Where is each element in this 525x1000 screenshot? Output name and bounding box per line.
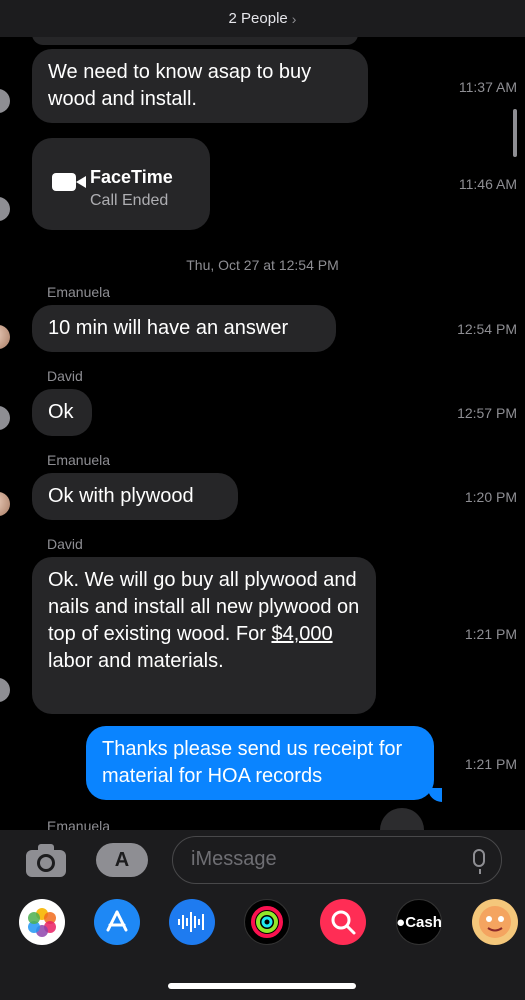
avatar[interactable] — [0, 325, 10, 349]
conversation-title[interactable]: 2 People — [229, 10, 288, 27]
sender-name: David — [47, 368, 83, 384]
message-bubble[interactable]: Ok. We will go buy all plywood and nails… — [32, 557, 376, 714]
microphone-icon — [479, 869, 481, 874]
message-text: Ok with plywood — [48, 485, 194, 507]
video-camera-icon — [52, 173, 86, 191]
message-bubble[interactable]: Ok with plywood — [32, 473, 238, 520]
message-placeholder: iMessage — [191, 848, 277, 870]
avatar[interactable] — [0, 678, 10, 702]
memoji-icon[interactable] — [472, 899, 518, 945]
message-input[interactable]: iMessage — [172, 836, 502, 884]
app-store-icon[interactable] — [94, 899, 140, 945]
message-bubble[interactable]: 10 min will have an answer — [32, 305, 336, 352]
home-indicator[interactable] — [168, 983, 356, 989]
sender-name: Emanuela — [47, 452, 111, 468]
avatar[interactable] — [0, 89, 10, 113]
message-time: 1:21 PM — [464, 756, 517, 772]
amount-link[interactable]: $4,000 — [271, 623, 332, 645]
chevron-right-icon: › — [291, 10, 297, 27]
facetime-status: Call Ended — [90, 192, 169, 209]
avatar[interactable] — [0, 197, 10, 221]
avatar[interactable] — [0, 406, 10, 430]
audio-message-icon[interactable] — [169, 899, 215, 945]
message-text: 10 min will have an answer — [48, 317, 289, 339]
sender-name: Emanuela — [47, 818, 111, 830]
app-store-icon: A — [114, 848, 130, 871]
message-time: 1:20 PM — [464, 489, 517, 505]
conversation-header[interactable]: 2 People › — [0, 0, 525, 37]
message-time: 12:54 PM — [457, 321, 517, 337]
apple-cash-icon[interactable]: ●Cash — [396, 899, 442, 945]
message-text: Ok — [48, 401, 74, 423]
message-text: Thanks please send us receipt for materi… — [102, 738, 403, 787]
avatar[interactable] — [0, 492, 10, 516]
camera-icon — [40, 857, 52, 869]
message-bubble[interactable]: Ok — [32, 389, 92, 436]
apple-cash-label: ●Cash — [396, 913, 442, 931]
message-text: We need to know asap to buy wood and ins… — [48, 61, 312, 110]
message-bubble-previous — [32, 37, 358, 45]
message-time: 1:21 PM — [464, 626, 517, 642]
bubble-tail — [428, 788, 442, 802]
outgoing-message-bubble[interactable]: Thanks please send us receipt for materi… — [86, 726, 434, 800]
message-time: 11:46 AM — [458, 176, 517, 192]
message-time: 11:37 AM — [458, 79, 517, 95]
message-bubble[interactable]: We need to know asap to buy wood and ins… — [32, 49, 368, 123]
apple-icon: ● — [396, 913, 406, 931]
camera-button[interactable] — [24, 841, 68, 877]
message-thread[interactable]: We need to know asap to buy wood and ins… — [0, 37, 525, 830]
sender-name: Emanuela — [47, 284, 111, 300]
message-text: labor and materials. — [48, 650, 224, 672]
activity-icon[interactable] — [244, 899, 290, 945]
facetime-bubble[interactable]: FaceTime Call Ended — [32, 138, 210, 230]
photos-icon[interactable] — [19, 899, 65, 945]
message-time: 12:57 PM — [457, 405, 517, 421]
date-separator: Thu, Oct 27 at 12:54 PM — [186, 257, 339, 273]
search-images-icon[interactable] — [320, 899, 366, 945]
sender-name: David — [47, 536, 83, 552]
apps-button[interactable]: A — [96, 843, 148, 877]
microphone-icon[interactable] — [473, 849, 485, 867]
scrollbar[interactable] — [513, 109, 517, 157]
